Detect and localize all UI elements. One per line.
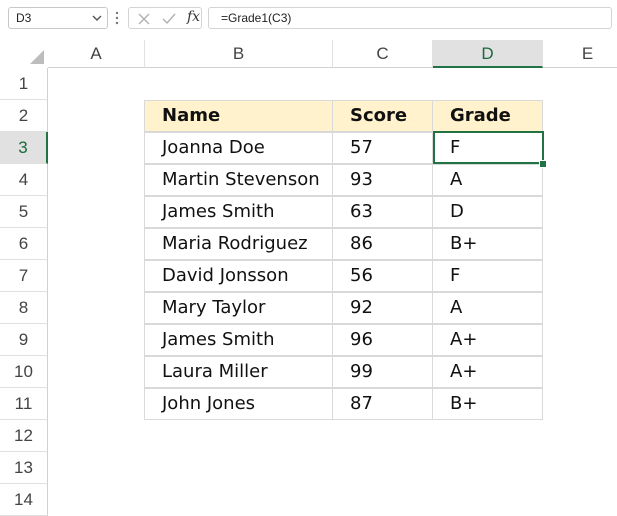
column-header-c[interactable]: C — [333, 40, 433, 68]
cell-name[interactable]: Laura Miller — [144, 356, 333, 388]
cell-score[interactable]: 99 — [332, 356, 433, 388]
row-header-4[interactable]: 4 — [0, 164, 48, 196]
header-name[interactable]: Name — [144, 100, 333, 132]
select-all-icon[interactable] — [0, 40, 48, 68]
cell-score[interactable]: 87 — [332, 388, 433, 420]
close-icon[interactable] — [137, 12, 151, 26]
row-header-2[interactable]: 2 — [0, 100, 48, 132]
cell-name[interactable]: Maria Rodriguez — [144, 228, 333, 260]
chevron-down-icon[interactable] — [92, 14, 102, 22]
cell-score[interactable]: 92 — [332, 292, 433, 324]
column-header-d[interactable]: D — [433, 40, 543, 68]
header-score[interactable]: Score — [332, 100, 433, 132]
cell-score[interactable]: 63 — [332, 196, 433, 228]
formula-bar: D3 𝑓x =Grade1(C3) — [0, 0, 617, 38]
cell-name[interactable]: David Jonsson — [144, 260, 333, 292]
row-header-6[interactable]: 6 — [0, 228, 48, 260]
formula-input[interactable]: =Grade1(C3) — [208, 7, 612, 29]
cell-name[interactable]: Martin Stevenson — [144, 164, 333, 196]
column-header-b[interactable]: B — [145, 40, 333, 68]
check-icon[interactable] — [161, 12, 177, 26]
cell-grade[interactable]: A — [432, 292, 543, 324]
name-box[interactable]: D3 — [8, 7, 108, 29]
row-header-8[interactable]: 8 — [0, 292, 48, 324]
cell-name[interactable]: John Jones — [144, 388, 333, 420]
cell-score[interactable]: 93 — [332, 164, 433, 196]
select-all-corner[interactable] — [0, 40, 48, 68]
column-header-a[interactable]: A — [48, 40, 145, 68]
cell-name[interactable]: Mary Taylor — [144, 292, 333, 324]
cell-name[interactable]: James Smith — [144, 196, 333, 228]
cell-grade[interactable]: F — [432, 260, 543, 292]
fill-handle[interactable] — [539, 160, 547, 168]
row-header-5[interactable]: 5 — [0, 196, 48, 228]
cell-name[interactable]: Joanna Doe — [144, 132, 333, 164]
cell-grade[interactable]: F — [432, 132, 543, 164]
cell-score[interactable]: 96 — [332, 324, 433, 356]
more-options-icon[interactable] — [114, 10, 120, 26]
row-header-9[interactable]: 9 — [0, 324, 48, 356]
header-grade[interactable]: Grade — [432, 100, 543, 132]
formula-text: =Grade1(C3) — [221, 11, 292, 25]
cell-grade[interactable]: B+ — [432, 228, 543, 260]
cell-grade[interactable]: A+ — [432, 356, 543, 388]
cell-grade[interactable]: A — [432, 164, 543, 196]
formula-buttons: 𝑓x — [128, 7, 202, 29]
cell-grade[interactable]: B+ — [432, 388, 543, 420]
cell-score[interactable]: 57 — [332, 132, 433, 164]
row-header-3[interactable]: 3 — [0, 132, 48, 164]
name-box-value: D3 — [16, 11, 32, 25]
cell-name[interactable]: James Smith — [144, 324, 333, 356]
cell-grade[interactable]: A+ — [432, 324, 543, 356]
row-header-7[interactable]: 7 — [0, 260, 48, 292]
column-header-e[interactable]: E — [543, 40, 617, 68]
row-header-12[interactable]: 12 — [0, 420, 48, 452]
row-header-10[interactable]: 10 — [0, 356, 48, 388]
row-header-13[interactable]: 13 — [0, 452, 48, 484]
row-header-11[interactable]: 11 — [0, 388, 48, 420]
cell-grade[interactable]: D — [432, 196, 543, 228]
cell-score[interactable]: 86 — [332, 228, 433, 260]
row-header-1[interactable]: 1 — [0, 68, 48, 100]
insert-function-icon[interactable]: 𝑓x — [187, 9, 200, 25]
cell-score[interactable]: 56 — [332, 260, 433, 292]
row-header-14[interactable]: 14 — [0, 484, 48, 516]
